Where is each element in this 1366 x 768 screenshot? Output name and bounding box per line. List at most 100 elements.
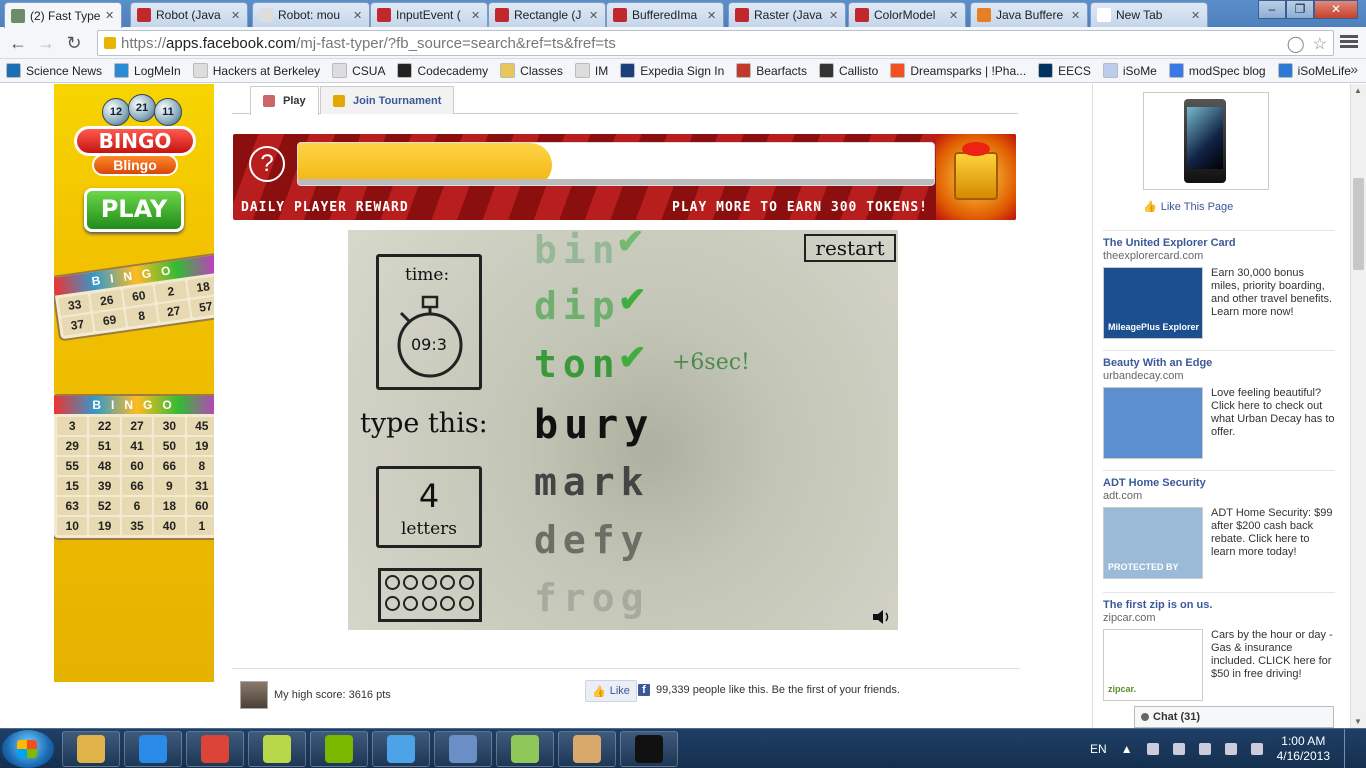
scroll-up-icon[interactable]: ▲ xyxy=(1354,86,1362,95)
game-board[interactable]: time: 09:3 type this: 4 letters bin ✔ di… xyxy=(348,230,898,630)
clock[interactable]: 1:00 AM 4/16/2013 xyxy=(1277,734,1330,764)
browser-tab[interactable]: ColorModel ✕ xyxy=(848,2,966,27)
bookmark-item[interactable]: IM xyxy=(574,63,608,78)
chat-bar[interactable]: Chat (31) xyxy=(1134,706,1334,728)
ad-title[interactable]: The United Explorer Card xyxy=(1103,237,1335,249)
close-tab-icon[interactable]: ✕ xyxy=(105,9,115,22)
sponsored-ad[interactable]: The first zip is on us. zipcar.com zipcar.… xyxy=(1103,592,1335,710)
ad-image[interactable]: zipcar. xyxy=(1103,629,1203,701)
dropbox-icon[interactable] xyxy=(1250,743,1263,755)
ad-play-button[interactable]: PLAY xyxy=(84,188,184,232)
taskbar-paint[interactable] xyxy=(558,731,616,767)
battery-icon[interactable] xyxy=(1172,743,1185,755)
show-desktop-button[interactable] xyxy=(1344,729,1356,768)
bookmark-item[interactable]: Classes xyxy=(500,63,563,78)
avatar[interactable] xyxy=(240,681,268,709)
menu-button[interactable] xyxy=(1338,33,1360,53)
back-button[interactable]: ← xyxy=(8,34,28,54)
bookmark-item[interactable]: EECS xyxy=(1038,63,1091,78)
ad-image[interactable] xyxy=(1103,387,1203,459)
browser-tab[interactable]: InputEvent (✕ xyxy=(370,2,488,27)
sound-icon[interactable] xyxy=(872,608,892,626)
ad-image[interactable]: PROTECTED BY xyxy=(1103,507,1203,579)
flag-icon[interactable] xyxy=(1146,743,1159,755)
close-tab-icon[interactable]: ✕ xyxy=(1071,9,1081,22)
close-tab-icon[interactable]: ✕ xyxy=(949,9,959,22)
help-icon[interactable]: ? xyxy=(249,146,285,182)
bookmarks-bar: Science News LogMeIn Hackers at Berkeley CS… xyxy=(0,59,1366,83)
close-tab-icon[interactable]: ✕ xyxy=(471,9,481,22)
sponsored-ad[interactable]: The United Explorer Card theexplorercard.… xyxy=(1103,230,1335,348)
tab-play[interactable]: Play xyxy=(250,86,319,115)
browser-tab[interactable]: Rectangle (J ✕ xyxy=(488,2,606,27)
address-bar[interactable]: https://apps.facebook.com/mj-fast-typer/… xyxy=(97,30,1334,56)
taskbar-chrome[interactable] xyxy=(186,731,244,767)
tray-expand-icon[interactable]: ▲ xyxy=(1121,742,1133,756)
network-icon[interactable] xyxy=(1224,743,1237,755)
bookmark-item[interactable]: Codecademy xyxy=(397,63,488,78)
bingo-blingo-ad[interactable]: 12 21 11 BINGO Blingo PLAY BINGO 33 26 60 2… xyxy=(54,84,214,682)
bookmark-item[interactable]: Hackers at Berkeley xyxy=(192,63,320,78)
ad-title[interactable]: ADT Home Security xyxy=(1103,477,1335,489)
browser-tab[interactable]: Robot: mou ✕ xyxy=(252,2,370,27)
close-tab-icon[interactable]: ✕ xyxy=(829,9,839,22)
taskbar-sticky-notes[interactable] xyxy=(248,731,306,767)
taskbar-spotify[interactable] xyxy=(310,731,368,767)
page-image[interactable] xyxy=(1143,92,1269,190)
bingo-cell: 29 xyxy=(57,437,88,455)
taskbar-remote-desktop[interactable] xyxy=(434,731,492,767)
like-page-link[interactable]: 👍 Like This Page xyxy=(1143,200,1233,214)
restart-button[interactable]: restart xyxy=(804,234,896,262)
taskbar-internet-explorer[interactable] xyxy=(124,731,182,767)
minimize-button[interactable]: – xyxy=(1258,0,1286,19)
bookmark-item[interactable]: iSoMe xyxy=(1102,63,1157,78)
close-tab-icon[interactable]: ✕ xyxy=(589,9,599,22)
taskbar-itunes[interactable] xyxy=(372,731,430,767)
browser-tab[interactable]: New Tab ✕ xyxy=(1090,2,1208,27)
bookmark-item[interactable]: iSoMeLife xyxy=(1277,63,1351,78)
language-indicator[interactable]: EN xyxy=(1090,742,1107,756)
tab-join-tournament[interactable]: Join Tournament xyxy=(320,86,455,114)
daily-reward-banner[interactable]: ? DAILY PLAYER REWARD PLAY MORE TO EARN … xyxy=(233,134,1016,220)
close-tab-icon[interactable]: ✕ xyxy=(353,9,363,22)
shield-icon[interactable]: ◯ xyxy=(1287,34,1305,54)
bookmarks-overflow-icon[interactable]: » xyxy=(1350,61,1358,77)
ad-title[interactable]: The first zip is on us. xyxy=(1103,599,1335,611)
bookmark-item[interactable]: Science News xyxy=(6,63,102,78)
bookmark-item[interactable]: Callisto xyxy=(818,63,878,78)
close-window-button[interactable]: ✕ xyxy=(1314,0,1358,19)
taskbar-notepad-plus[interactable] xyxy=(496,731,554,767)
browser-tab[interactable]: Java Buffere ✕ xyxy=(970,2,1088,27)
start-button[interactable] xyxy=(2,730,54,768)
volume-icon[interactable] xyxy=(1198,743,1211,755)
bookmark-item[interactable]: modSpec blog xyxy=(1168,63,1266,78)
browser-tab[interactable]: (2) Fast Typer ✕ xyxy=(4,2,122,28)
bookmark-item[interactable]: CSUA xyxy=(332,63,385,78)
close-tab-icon[interactable]: ✕ xyxy=(1191,9,1201,22)
ad-image[interactable]: MileagePlus Explorer xyxy=(1103,267,1203,339)
bookmark-item[interactable]: LogMeIn xyxy=(114,63,181,78)
bookmark-item[interactable]: Expedia Sign In xyxy=(620,63,724,78)
divider xyxy=(232,668,1020,669)
like-button[interactable]: 👍 Like xyxy=(585,680,637,702)
sponsored-ad[interactable]: ADT Home Security adt.com PROTECTED BY ADT … xyxy=(1103,470,1335,588)
bookmark-item[interactable]: Bearfacts xyxy=(736,63,807,78)
browser-tab[interactable]: BufferedIma ✕ xyxy=(606,2,724,27)
ad-title[interactable]: Beauty With an Edge xyxy=(1103,357,1335,369)
close-tab-icon[interactable]: ✕ xyxy=(707,9,717,22)
browser-tab[interactable]: Robot (Java ✕ xyxy=(130,2,248,27)
bookmark-item[interactable]: Dreamsparks | !Pha... xyxy=(890,63,1026,78)
reload-button[interactable]: ↻ xyxy=(64,34,84,54)
close-tab-icon[interactable]: ✕ xyxy=(231,9,241,22)
sponsored-ad[interactable]: Beauty With an Edge urbandecay.com Love fe… xyxy=(1103,350,1335,468)
taskbar-command-prompt[interactable] xyxy=(620,731,678,767)
taskbar-explorer[interactable] xyxy=(62,731,120,767)
scroll-down-icon[interactable]: ▼ xyxy=(1354,717,1362,726)
page-scrollbar[interactable]: ▲ ▼ xyxy=(1350,84,1366,728)
scroll-thumb[interactable] xyxy=(1353,178,1364,270)
star-icon[interactable]: ☆ xyxy=(1313,34,1327,54)
maximize-button[interactable]: ❐ xyxy=(1286,0,1314,19)
browser-tab[interactable]: Raster (Java ✕ xyxy=(728,2,846,27)
bingo-cell: 27 xyxy=(121,417,153,435)
forward-button[interactable]: → xyxy=(36,34,56,54)
